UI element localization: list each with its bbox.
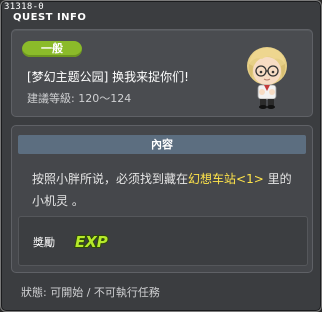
- reward-box: 獎勵 EXP: [18, 216, 308, 266]
- content-header: 內容: [18, 135, 306, 154]
- quest-description: 按照小胖所说，必须找到藏在幻想车站<1> 里的小机灵 。: [32, 168, 302, 212]
- quest-status: 狀態: 可開始 / 不可執行任務: [21, 286, 160, 299]
- window-title: QUEST INFO: [13, 12, 87, 23]
- quest-content-panel: 內容 按照小胖所说，必须找到藏在幻想车站<1> 里的小机灵 。 獎勵 EXP: [11, 125, 313, 273]
- exp-icon: EXP: [74, 232, 109, 252]
- quest-info-window: 31318-0 QUEST INFO 一般 [梦幻主题公园] 换我来捉你们! 建…: [0, 0, 322, 312]
- desc-text-start: 按照小胖所说，必须找到藏在: [32, 172, 189, 186]
- quest-summary-panel: 一般 [梦幻主题公园] 换我来捉你们! 建議等級: 120～124: [11, 29, 313, 117]
- location-highlight[interactable]: 幻想车站<1>: [188, 172, 264, 186]
- recommended-level: 建議等級: 120～124: [27, 92, 132, 105]
- reward-label: 獎勵: [33, 236, 55, 249]
- quest-id: 31318-0: [4, 2, 45, 12]
- quest-name: [梦幻主题公园] 换我来捉你们!: [27, 70, 189, 84]
- category-tag: 一般: [22, 41, 82, 57]
- exp-icon-text: EXP: [75, 233, 108, 251]
- npc-portrait-icon: [247, 47, 287, 109]
